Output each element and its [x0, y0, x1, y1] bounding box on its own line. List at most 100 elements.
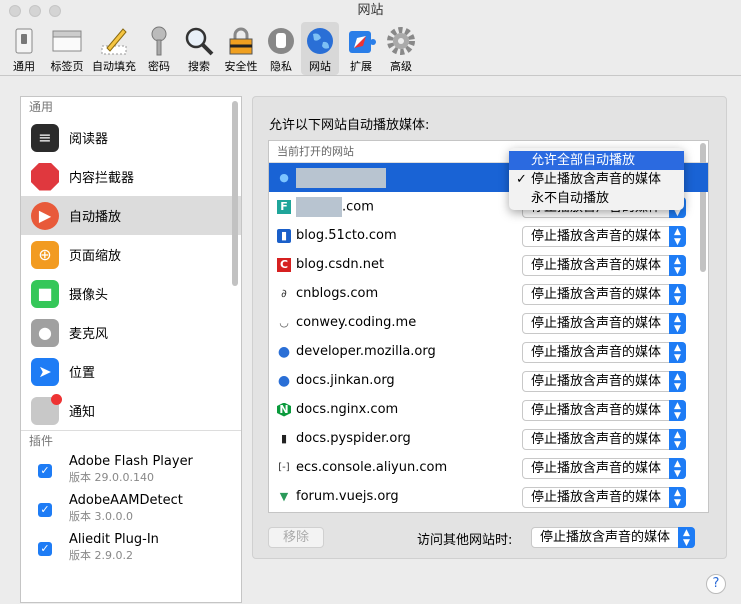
globe-icon: [304, 25, 336, 57]
sidebar-item-notifications[interactable]: 通知: [21, 391, 241, 430]
close-window-button[interactable]: [9, 5, 21, 17]
sidebar-item-location[interactable]: ➤ 位置: [21, 352, 241, 391]
sidebar-scrollbar[interactable]: [232, 101, 238, 286]
menu-item-stop-sound[interactable]: ✓ 停止播放含声音的媒体: [509, 170, 684, 189]
sidebar-item-reader[interactable]: ≡ 阅读器: [21, 118, 241, 157]
autoplay-setting-popup[interactable]: 停止播放含声音的媒体▲▼: [522, 226, 686, 247]
plugin-item[interactable]: ✓ AdobeAAMDetect 版本 3.0.0.0: [21, 490, 241, 529]
window-title: 网站: [357, 3, 384, 18]
magnifier-icon: [183, 25, 215, 57]
tab-label: 安全性: [224, 60, 258, 73]
tab-search[interactable]: 搜索: [182, 22, 216, 75]
site-name: .com: [296, 196, 374, 217]
lock-icon: [225, 25, 257, 57]
table-row[interactable]: ▮ docs.pyspider.org 停止播放含声音的媒体 ▲ ▼: [269, 424, 708, 453]
nginx-favicon-icon: N: [277, 402, 291, 417]
tab-passwords[interactable]: 密码: [142, 22, 176, 75]
sidebar-item-label: 阅读器: [69, 132, 109, 147]
f-favicon-icon: F: [277, 199, 291, 214]
popup-arrows-icon: ▲▼: [669, 371, 686, 392]
autoplay-setting-popup[interactable]: 停止播放含声音的媒体▲▼: [522, 255, 686, 276]
other-websites-popup[interactable]: 停止播放含声音的媒体 ▲ ▼: [531, 527, 695, 548]
autoplay-setting-popup[interactable]: 停止播放含声音的媒体▲▼: [522, 400, 686, 421]
plugin-name: AdobeAAMDetect: [69, 493, 183, 508]
plugin-item[interactable]: ✓ Aliedit Plug-In 版本 2.9.0.2: [21, 529, 241, 568]
sidebar-item-label: 自动播放: [69, 210, 122, 225]
autoplay-setting-popup[interactable]: 停止播放含声音的媒体▲▼: [522, 458, 686, 479]
minimize-window-button[interactable]: [29, 5, 41, 17]
plugin-version: 版本 29.0.0.140: [69, 471, 154, 484]
table-row[interactable]: ▼ forum.vuejs.org 停止播放含声音的媒体 ▲ ▼: [269, 482, 708, 511]
help-button[interactable]: ?: [706, 574, 726, 594]
key-icon: [143, 25, 175, 57]
globe-favicon-icon: ●: [277, 343, 291, 360]
sidebar-item-content-blockers[interactable]: 内容拦截器: [21, 157, 241, 196]
tab-autofill[interactable]: 自动填充: [90, 22, 138, 75]
notification-icon: [31, 393, 62, 425]
preferences-toolbar: 通用 标签页 自动填充 密码 搜索 安全性 隐私 网站 扩展 高级: [0, 22, 741, 76]
menu-item-allow-all[interactable]: 允许全部自动播放: [509, 151, 684, 170]
sidebar-item-label: 内容拦截器: [69, 171, 135, 186]
table-row[interactable]: N docs.nginx.com 停止播放含声音的媒体 ▲ ▼: [269, 395, 708, 424]
tab-general[interactable]: 通用: [6, 22, 42, 75]
sidebar-header-general: 通用: [29, 100, 54, 114]
tab-security[interactable]: 安全性: [222, 22, 260, 75]
plugin-version: 版本 2.9.0.2: [69, 549, 133, 562]
zoom-window-button[interactable]: [49, 5, 61, 17]
tab-label: 通用: [13, 60, 35, 73]
tab-extensions[interactable]: 扩展: [342, 22, 380, 75]
table-row[interactable]: ∂ cnblogs.com 停止播放含声音的媒体 ▲ ▼: [269, 279, 708, 308]
table-row[interactable]: ● docs.jinkan.org 停止播放含声音的媒体 ▲ ▼: [269, 366, 708, 395]
tab-privacy[interactable]: 隐私: [264, 22, 298, 75]
site-name: docs.jinkan.org: [296, 373, 395, 388]
popup-arrows-icon: ▲▼: [669, 313, 686, 334]
table-row[interactable]: [-] ecs.console.aliyun.com 停止播放含声音的媒体 ▲ ▼: [269, 453, 708, 482]
tab-tabs[interactable]: 标签页: [46, 22, 88, 75]
popup-arrows-icon: ▲▼: [669, 284, 686, 305]
menu-item-never[interactable]: 永不自动播放: [509, 189, 684, 208]
stop-sign-icon: [31, 162, 59, 191]
other-websites-label: 访问其他网站时:: [417, 533, 513, 548]
site-name: developer.mozilla.org: [296, 344, 436, 359]
title-bar: 网站: [0, 0, 741, 22]
table-row[interactable]: ◡ conwey.coding.me 停止播放含声音的媒体 ▲ ▼: [269, 308, 708, 337]
bracket-favicon-icon: [-]: [278, 462, 290, 473]
site-name: docs.nginx.com: [296, 402, 399, 417]
sidebar-item-page-zoom[interactable]: ⊕ 页面缩放: [21, 235, 241, 274]
puzzle-icon: [345, 25, 377, 57]
tab-label: 密码: [148, 60, 170, 73]
sidebar-item-autoplay[interactable]: ▶ 自动播放: [21, 196, 241, 235]
checkbox-checked-icon[interactable]: ✓: [38, 542, 52, 556]
checkbox-checked-icon[interactable]: ✓: [38, 464, 52, 478]
sidebar-item-camera[interactable]: ■ 摄像头: [21, 274, 241, 313]
autoplay-setting-popup[interactable]: 停止播放含声音的媒体▲▼: [522, 284, 686, 305]
sidebar-item-microphone[interactable]: ● 麦克风: [21, 313, 241, 352]
remove-button[interactable]: 移除: [268, 527, 324, 548]
table-row[interactable]: C blog.csdn.net 停止播放含声音的媒体 ▲ ▼: [269, 250, 708, 279]
autoplay-setting-popup[interactable]: 停止播放含声音的媒体▲▼: [522, 429, 686, 450]
tab-websites[interactable]: 网站: [301, 22, 339, 75]
checkbox-checked-icon[interactable]: ✓: [38, 503, 52, 517]
plugin-name: Adobe Flash Player: [69, 454, 193, 469]
tab-label: 标签页: [50, 60, 84, 73]
sidebar-item-label: 通知: [69, 405, 96, 420]
sidebar-item-label: 麦克风: [69, 327, 109, 342]
tab-label: 高级: [390, 60, 412, 73]
reader-icon: ≡: [31, 123, 59, 152]
tabs-icon: [51, 25, 83, 57]
site-name: blog.csdn.net: [296, 257, 385, 272]
redacted-block: [296, 167, 386, 188]
autoplay-setting-popup[interactable]: 停止播放含声音的媒体▲▼: [522, 313, 686, 334]
popup-arrows-icon: ▲▼: [669, 458, 686, 479]
globe-favicon-icon: ●: [279, 171, 289, 184]
table-row[interactable]: ▮ blog.51cto.com 停止播放含声音的媒体 ▲ ▼: [269, 221, 708, 250]
table-row[interactable]: ● developer.mozilla.org 停止播放含声音的媒体 ▲ ▼: [269, 337, 708, 366]
tab-advanced[interactable]: 高级: [384, 22, 418, 75]
sidebar-item-label: 位置: [69, 366, 96, 381]
autoplay-setting-popup[interactable]: 停止播放含声音的媒体▲▼: [522, 487, 686, 508]
plugin-item[interactable]: ✓ Adobe Flash Player 版本 29.0.0.140: [21, 451, 241, 490]
autoplay-setting-popup[interactable]: 停止播放含声音的媒体▲▼: [522, 371, 686, 392]
tab-label: 网站: [309, 60, 331, 73]
autoplay-setting-popup[interactable]: 停止播放含声音的媒体▲▼: [522, 342, 686, 363]
popup-arrows-icon: ▲▼: [678, 527, 695, 548]
